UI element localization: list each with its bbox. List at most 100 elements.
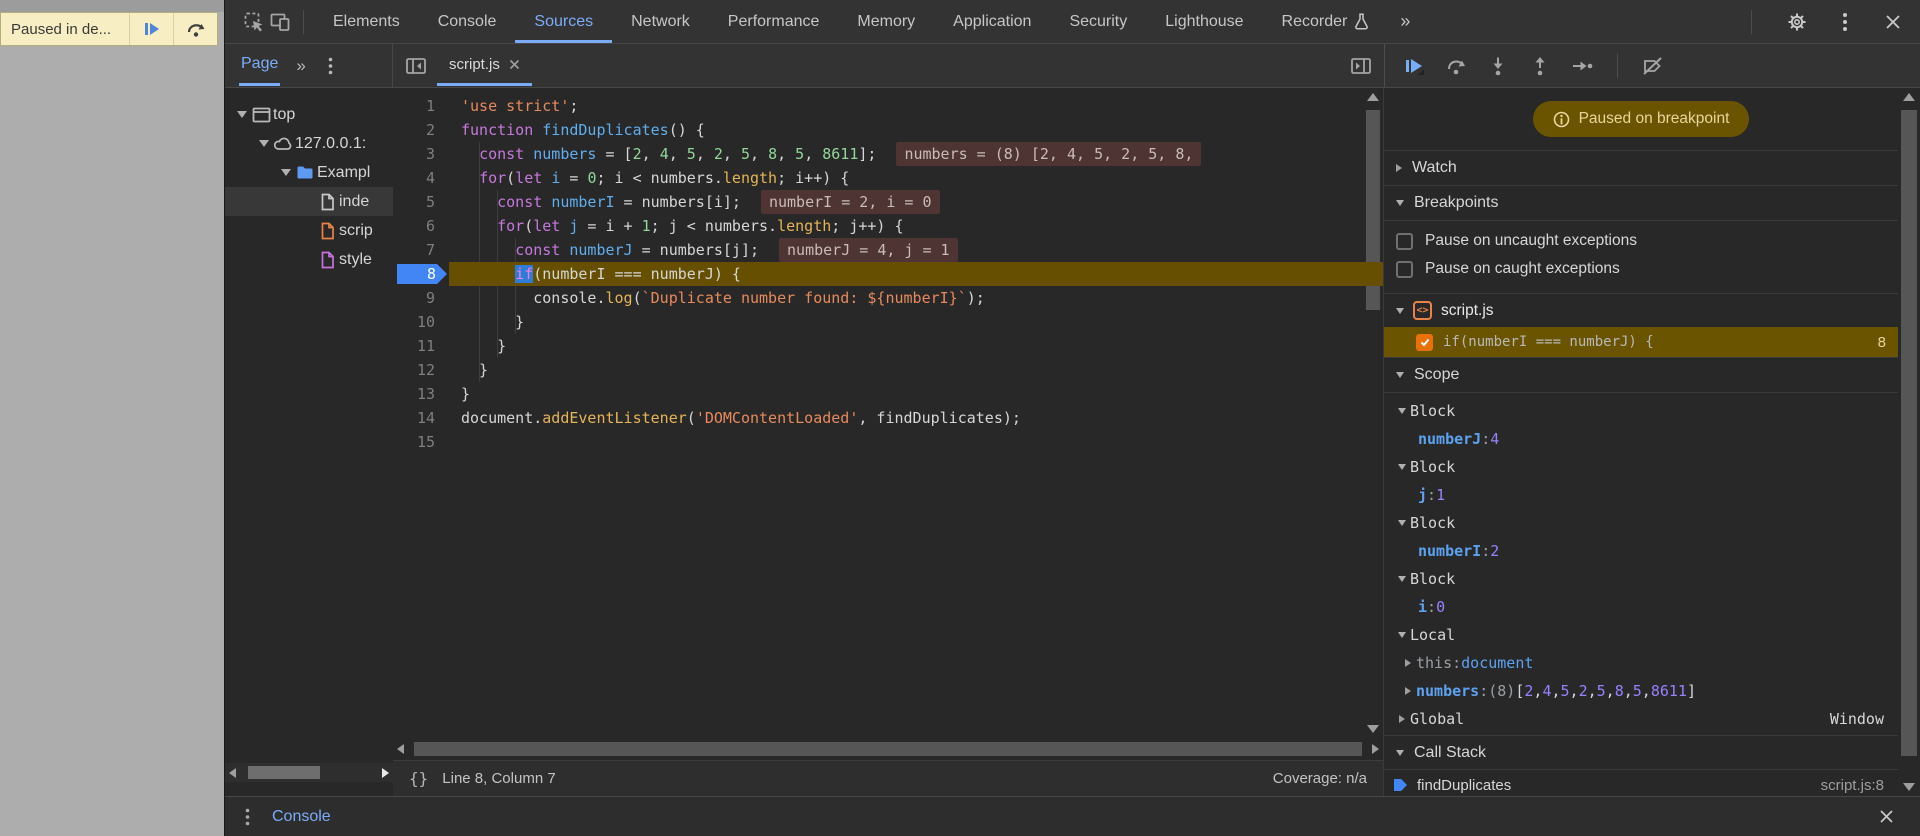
call-stack-frame[interactable]: findDuplicatesscript.js:8 xyxy=(1384,770,1898,796)
code-line[interactable]: for(let i = 0; i < numbers.length; i++) … xyxy=(449,166,1383,190)
scroll-left-arrow[interactable] xyxy=(397,744,404,754)
scrollbar-thumb[interactable] xyxy=(1901,110,1917,756)
breakpoint-entry-row[interactable]: if(numberI === numberJ) { 8 xyxy=(1384,327,1898,357)
chevron-down-icon[interactable] xyxy=(1394,464,1410,470)
code-line[interactable]: 'use strict'; xyxy=(449,94,1383,118)
tab-security[interactable]: Security xyxy=(1050,0,1146,43)
tab-network[interactable]: Network xyxy=(612,0,709,43)
pause-caught-checkbox[interactable] xyxy=(1396,261,1413,278)
code-line[interactable]: document.addEventListener('DOMContentLoa… xyxy=(449,406,1383,430)
step-into-button[interactable] xyxy=(1481,51,1515,81)
navigator-kebab-icon[interactable] xyxy=(328,57,333,75)
code-line[interactable] xyxy=(449,430,1383,454)
hide-navigator-icon[interactable] xyxy=(403,53,429,79)
code-line[interactable]: const numberJ = numbers[j];numberJ = 4, … xyxy=(449,238,1383,262)
file-tab-scriptjs[interactable]: script.js xyxy=(437,45,532,86)
code-line[interactable]: function findDuplicates() { xyxy=(449,118,1383,142)
chevron-right-icon[interactable] xyxy=(1394,715,1410,723)
scrollbar-thumb[interactable] xyxy=(248,766,320,779)
expander-icon[interactable] xyxy=(279,169,293,176)
hide-debugger-panel-icon[interactable] xyxy=(1348,53,1374,79)
line-number[interactable]: 4 xyxy=(393,166,449,190)
close-drawer-icon[interactable] xyxy=(1879,809,1894,824)
tab-console[interactable]: Console xyxy=(419,0,516,43)
code-line[interactable]: } xyxy=(449,334,1383,358)
line-number[interactable]: 9 xyxy=(393,286,449,310)
code-line[interactable]: const numbers = [2, 4, 5, 2, 5, 8, 5, 86… xyxy=(449,142,1383,166)
chevron-down-icon[interactable] xyxy=(1394,408,1410,414)
scope-variable-row[interactable]: numberJ: 4 xyxy=(1384,425,1898,453)
tree-item-scrip[interactable]: scrip xyxy=(225,216,393,245)
tree-item-127001[interactable]: 127.0.0.1: xyxy=(225,129,393,158)
expander-icon[interactable] xyxy=(257,140,271,147)
breakpoint-file-group[interactable]: <> script.js xyxy=(1384,294,1898,327)
deactivate-breakpoints-button[interactable] xyxy=(1636,51,1670,81)
device-toolbar-icon[interactable] xyxy=(267,9,293,35)
tab-elements[interactable]: Elements xyxy=(314,0,419,43)
tree-item-style[interactable]: style xyxy=(225,245,393,274)
drawer-kebab-icon[interactable] xyxy=(245,808,250,826)
close-devtools-icon[interactable] xyxy=(1880,9,1906,35)
step-over-button[interactable] xyxy=(1439,51,1473,81)
line-number[interactable]: 3 xyxy=(393,142,449,166)
breakpoints-section-header[interactable]: Breakpoints xyxy=(1384,185,1898,220)
scope-group-global[interactable]: GlobalWindow xyxy=(1384,705,1898,733)
scope-variable-row[interactable]: numberI: 2 xyxy=(1384,537,1898,565)
tab-memory[interactable]: Memory xyxy=(838,0,934,43)
code-column[interactable]: 'use strict';function findDuplicates() {… xyxy=(449,88,1383,738)
pause-uncaught-checkbox[interactable] xyxy=(1396,233,1413,250)
tree-item-exampl[interactable]: Exampl xyxy=(225,158,393,187)
breakpoint-checkbox-checked[interactable] xyxy=(1416,334,1433,351)
scope-variable-row[interactable]: numbers: (8) [2, 4, 5, 2, 5, 8, 5, 8611] xyxy=(1384,677,1898,705)
execution-line[interactable]: if(numberI === numberJ) { xyxy=(449,262,1383,286)
scope-variable-row[interactable]: this: document xyxy=(1384,649,1898,677)
resume-script-button-toolbar[interactable] xyxy=(1397,51,1431,81)
chevron-down-icon[interactable] xyxy=(1394,520,1410,526)
chevron-down-icon[interactable] xyxy=(1394,632,1410,638)
scope-section-header[interactable]: Scope xyxy=(1384,357,1898,392)
tab-application[interactable]: Application xyxy=(934,0,1050,43)
scroll-right-arrow[interactable] xyxy=(382,768,389,778)
scroll-right-arrow[interactable] xyxy=(1372,744,1379,754)
line-number[interactable]: 7 xyxy=(393,238,449,262)
line-number[interactable]: 6 xyxy=(393,214,449,238)
tree-item-top[interactable]: top xyxy=(225,100,393,129)
chevron-right-icon[interactable] xyxy=(1400,687,1416,695)
call-stack-section-header[interactable]: Call Stack xyxy=(1384,735,1898,770)
code-line[interactable]: const numberI = numbers[i];numberI = 2, … xyxy=(449,190,1383,214)
line-number[interactable]: 1 xyxy=(393,94,449,118)
navigator-more-tabs[interactable]: » xyxy=(296,56,305,76)
tree-item-inde[interactable]: inde xyxy=(225,187,393,216)
code-line[interactable]: } xyxy=(449,358,1383,382)
scroll-left-arrow[interactable] xyxy=(229,768,236,778)
scope-variable-row[interactable]: i: 0 xyxy=(1384,593,1898,621)
step-button[interactable] xyxy=(1565,51,1599,81)
expander-icon[interactable] xyxy=(235,111,249,118)
scope-group-block[interactable]: Block xyxy=(1384,565,1898,593)
line-number[interactable]: 13 xyxy=(393,382,449,406)
settings-gear-icon[interactable] xyxy=(1784,9,1810,35)
pause-on-caught-row[interactable]: Pause on caught exceptions xyxy=(1384,255,1898,283)
scroll-down-arrow[interactable] xyxy=(1903,783,1915,791)
scroll-down-arrow[interactable] xyxy=(1367,725,1379,733)
scope-group-block[interactable]: Block xyxy=(1384,453,1898,481)
more-tabs-button[interactable]: » xyxy=(1388,11,1422,32)
step-over-button-page[interactable] xyxy=(173,13,217,45)
scope-variable-row[interactable]: j: 1 xyxy=(1384,481,1898,509)
drawer-tab-console[interactable]: Console xyxy=(272,808,331,826)
code-line[interactable]: } xyxy=(449,382,1383,406)
scrollbar-thumb[interactable] xyxy=(414,742,1362,756)
code-line[interactable]: for(let j = i + 1; j < numbers.length; j… xyxy=(449,214,1383,238)
pretty-print-icon[interactable]: {} xyxy=(409,769,428,788)
scope-group-block[interactable]: Block xyxy=(1384,397,1898,425)
line-number[interactable]: 11 xyxy=(393,334,449,358)
tab-recorder[interactable]: Recorder xyxy=(1263,0,1389,43)
chevron-down-icon[interactable] xyxy=(1394,576,1410,582)
pause-on-uncaught-row[interactable]: Pause on uncaught exceptions xyxy=(1384,227,1898,255)
tab-sources[interactable]: Sources xyxy=(515,0,612,43)
panel-vertical-scrollbar[interactable] xyxy=(1898,88,1920,796)
close-tab-icon[interactable] xyxy=(509,59,520,70)
code-line[interactable]: console.log(`Duplicate number found: ${n… xyxy=(449,286,1383,310)
resume-script-button[interactable] xyxy=(129,13,173,45)
navigator-tab-page[interactable]: Page xyxy=(239,45,280,86)
